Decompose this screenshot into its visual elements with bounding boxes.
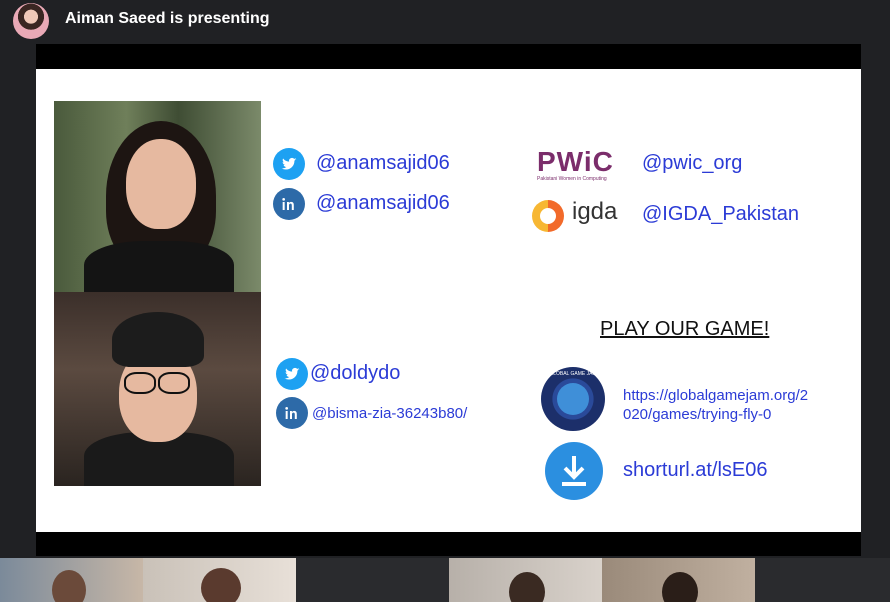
handle-twitter-doldy: @doldydo [310, 362, 401, 384]
linkedin-icon [276, 397, 308, 429]
participant-tile[interactable] [143, 558, 296, 602]
presenter-bar: Aiman Saeed is presenting [0, 0, 890, 44]
handle-linkedin-bisma: @bisma-zia-36243b80/ [312, 405, 468, 422]
global-game-jam-logo: GLOBAL GAME JAM [541, 367, 605, 431]
short-url[interactable]: shorturl.at/lsE06 [623, 459, 768, 482]
participant-tile[interactable] [0, 558, 143, 602]
participant-tile[interactable] [296, 558, 449, 602]
handle-twitter-anam: @anamsajid06 [316, 152, 450, 174]
play-heading: PLAY OUR GAME! [600, 318, 770, 340]
participant-strip [0, 558, 890, 602]
handle-pwic: @pwic_org [642, 152, 743, 174]
igda-logo: igda [532, 198, 622, 234]
speaker-photo-2 [54, 292, 261, 486]
game-url-line1[interactable]: https://globalgamejam.org/2 [623, 386, 808, 405]
game-url-line2[interactable]: 020/games/trying-fly-0 [623, 405, 771, 424]
presenter-label: Aiman Saeed is presenting [65, 10, 270, 27]
speaker-photo-1 [54, 101, 261, 292]
handle-igda: @IGDA_Pakistan [642, 203, 800, 225]
download-icon [545, 442, 603, 500]
twitter-icon [273, 148, 305, 180]
participant-tile[interactable] [755, 558, 890, 602]
participant-tile[interactable] [602, 558, 755, 602]
twitter-icon [276, 358, 308, 390]
handle-linkedin-anam: @anamsajid06 [316, 192, 450, 214]
participant-tile[interactable] [449, 558, 602, 602]
pwic-logo: PWiC Pakistani Women in Computing [537, 146, 614, 182]
presenter-avatar [13, 3, 49, 39]
linkedin-icon [273, 188, 305, 220]
